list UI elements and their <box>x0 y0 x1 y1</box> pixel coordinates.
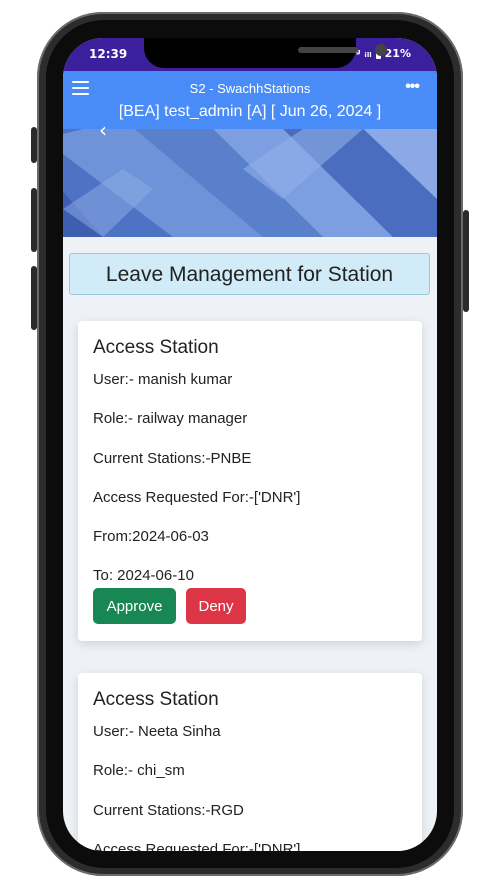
app-header: S2 - SwachhStations ••• [BEA] test_admin… <box>63 71 437 129</box>
battery-level: 21% <box>384 47 411 60</box>
header-banner <box>63 129 437 237</box>
phone-volume-down-button <box>31 266 37 330</box>
phone-screen: 12:39 ᵍ ᵢₗₗ 21% S2 - SwachhStations ••• … <box>63 38 437 851</box>
request-from-date: From:2024-06-03 <box>93 528 209 545</box>
request-role: Role:- railway manager <box>93 410 248 427</box>
card-title: Access Station <box>93 337 219 358</box>
speaker-grille <box>298 47 358 53</box>
phone-notch <box>144 38 387 68</box>
phone-power-button <box>463 210 469 312</box>
deny-button[interactable]: Deny <box>186 588 246 624</box>
access-request-card: Access Station User:- Neeta Sinha Role:-… <box>78 673 422 851</box>
banner-pattern <box>63 129 437 237</box>
request-user: User:- manish kumar <box>93 371 233 388</box>
more-dots-icon[interactable]: ••• <box>405 78 420 96</box>
request-user: User:- Neeta Sinha <box>93 723 221 740</box>
approve-button[interactable]: Approve <box>93 588 176 624</box>
app-title: S2 - SwachhStations <box>189 81 311 96</box>
phone-volume-up-button <box>31 188 37 252</box>
request-access-for: Access Requested For:-['DNR'] <box>93 489 301 506</box>
chevron-left-icon[interactable]: ‹ <box>99 120 107 140</box>
user-info: [BEA] test_admin [A] [ Jun 26, 2024 ] <box>118 103 382 120</box>
status-time: 12:39 <box>89 47 128 61</box>
request-to-date: To: 2024-06-10 <box>93 567 194 584</box>
request-current-stations: Current Stations:-PNBE <box>93 450 252 467</box>
phone-side-button <box>31 127 37 163</box>
request-current-stations: Current Stations:-RGD <box>93 802 244 819</box>
request-access-for: Access Requested For:-['DNR'] <box>93 841 301 851</box>
request-role: Role:- chi_sm <box>93 762 185 779</box>
card-title: Access Station <box>93 689 219 710</box>
access-request-card: Access Station User:- manish kumar Role:… <box>78 321 422 641</box>
front-camera <box>375 44 387 56</box>
page-title: Leave Management for Station <box>69 253 430 295</box>
